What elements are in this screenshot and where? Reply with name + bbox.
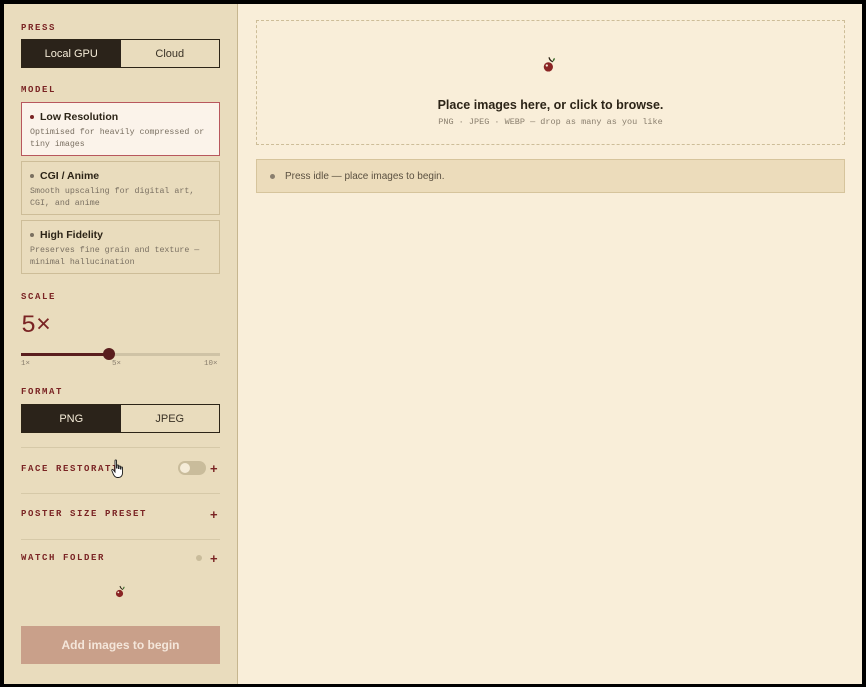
watch-folder-expand-icon[interactable]: +	[210, 552, 218, 565]
model-desc: Preserves fine grain and texture —	[30, 246, 200, 255]
cherry-icon	[543, 57, 555, 72]
model-desc: CGI, and anime	[30, 199, 100, 208]
scale-value: 5×	[21, 311, 52, 340]
model-title: High Fidelity	[40, 229, 103, 241]
scale-tick-min: 1×	[21, 360, 31, 368]
scale-slider[interactable]	[21, 348, 220, 360]
cherry-icon	[115, 585, 125, 598]
model-desc: Optimised for heavily compressed or	[30, 128, 205, 137]
scale-tick-mid: 5×	[112, 360, 122, 368]
poster-size-preset-label[interactable]: POSTER SIZE PRESET	[21, 509, 147, 519]
scale-slider-fill	[21, 353, 109, 356]
press-option-local-gpu[interactable]: Local GPU	[22, 40, 121, 67]
face-restoration-toggle[interactable]	[178, 461, 206, 475]
model-option-low-resolution[interactable]: Low Resolution Optimised for heavily com…	[21, 102, 220, 156]
model-desc: tiny images	[30, 140, 85, 149]
press-toggle: Local GPU Cloud	[21, 39, 220, 68]
model-title: Low Resolution	[40, 111, 119, 123]
add-images-button[interactable]: Add images to begin	[21, 626, 220, 664]
model-label: MODEL	[21, 85, 57, 95]
format-toggle: PNG JPEG	[21, 404, 220, 433]
watch-folder-label[interactable]: WATCH FOLDER	[21, 553, 105, 563]
model-desc: minimal hallucination	[30, 258, 135, 267]
model-option-high-fidelity[interactable]: High Fidelity Preserves fine grain and t…	[21, 220, 220, 274]
dot-icon	[30, 233, 34, 237]
dropzone-subtitle: PNG · JPEG · WEBP — drop as many as you …	[438, 117, 663, 127]
status-dot-icon	[270, 174, 275, 179]
selected-dot-icon	[30, 115, 34, 119]
dot-icon	[30, 174, 34, 178]
divider	[21, 539, 220, 540]
status-text: Press idle — place images to begin.	[285, 171, 445, 182]
press-label: PRESS	[21, 23, 57, 33]
toggle-knob	[180, 463, 190, 473]
dropzone-title: Place images here, or click to browse.	[437, 98, 664, 112]
status-bar: Press idle — place images to begin.	[256, 159, 845, 193]
format-label: FORMAT	[21, 387, 64, 397]
model-desc: Smooth upscaling for digital art,	[30, 187, 195, 196]
format-option-jpeg[interactable]: JPEG	[121, 405, 220, 432]
poster-size-preset-expand-icon[interactable]: +	[210, 508, 218, 521]
sidebar: PRESS Local GPU Cloud MODEL Low Resoluti…	[4, 4, 238, 684]
divider	[21, 447, 220, 448]
scale-slider-thumb[interactable]	[103, 348, 115, 360]
model-option-cgi-anime[interactable]: CGI / Anime Smooth upscaling for digital…	[21, 161, 220, 215]
watch-folder-status-dot	[196, 555, 202, 561]
model-title: CGI / Anime	[40, 170, 100, 182]
divider	[21, 493, 220, 494]
hand-cursor-icon	[111, 459, 123, 478]
face-restoration-label[interactable]: FACE RESTORATI	[21, 464, 119, 474]
dropzone[interactable]: Place images here, or click to browse. P…	[256, 20, 845, 145]
face-restoration-expand-icon[interactable]: +	[210, 462, 218, 475]
scale-label: SCALE	[21, 292, 57, 302]
scale-tick-max: 10×	[204, 360, 218, 368]
press-option-cloud[interactable]: Cloud	[121, 40, 220, 67]
app-window: PRESS Local GPU Cloud MODEL Low Resoluti…	[4, 4, 862, 684]
format-option-png[interactable]: PNG	[22, 405, 121, 432]
